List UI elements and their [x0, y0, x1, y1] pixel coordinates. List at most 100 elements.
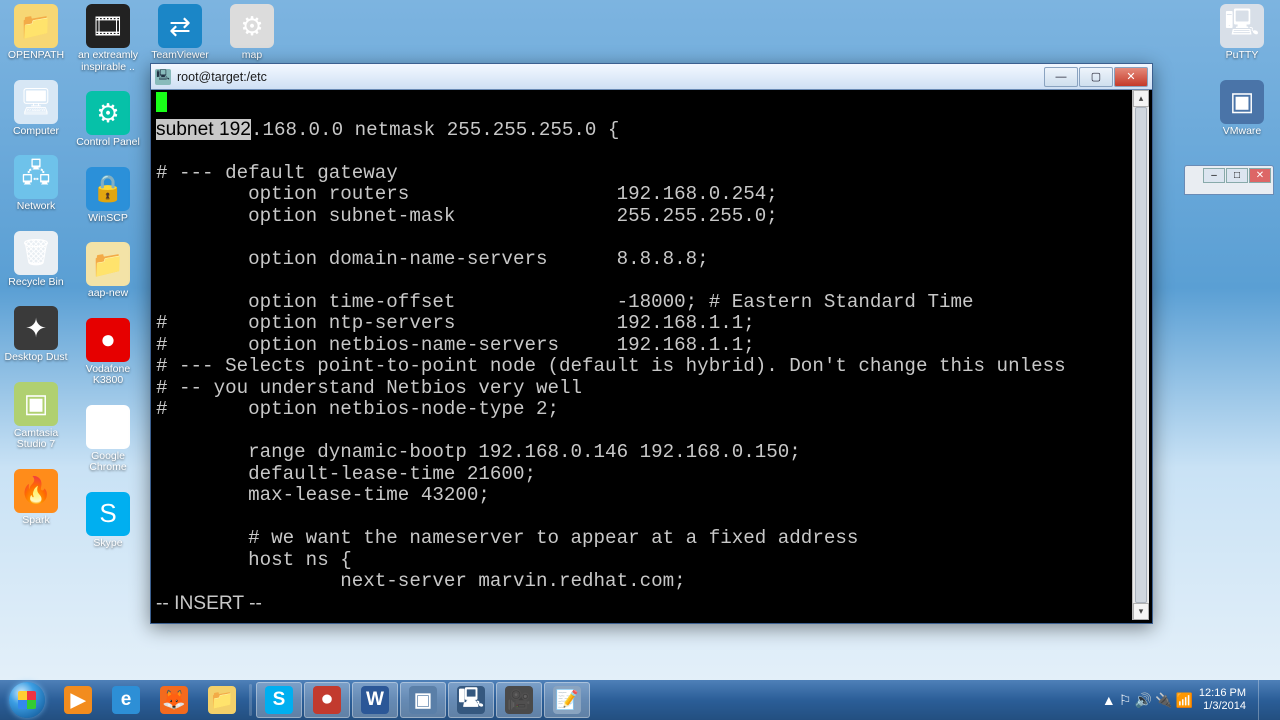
bgwin-maximize-button[interactable]: □ — [1226, 168, 1248, 183]
desktop-icon-controlpanel[interactable]: ⚙Control Panel — [75, 91, 141, 149]
tray-icon[interactable]: ⚐ — [1119, 692, 1132, 708]
desktop-icon-aapnew[interactable]: 📁 aap-new — [75, 242, 141, 300]
scrollbar[interactable]: ▴ ▾ — [1132, 90, 1149, 620]
close-button[interactable]: ✕ — [1114, 67, 1148, 87]
tray-icon[interactable]: 📶 — [1175, 692, 1192, 708]
desktop-icon-label: aap-new — [88, 288, 128, 300]
tray-icons[interactable]: ▲ ⚐ 🔊 🔌 📶 — [1102, 692, 1193, 709]
taskbar-ie-button[interactable]: e — [103, 682, 149, 718]
recycle-icon: 🗑 — [14, 231, 58, 275]
desktop-icons-col-3: ⇄TeamViewer — [146, 4, 214, 62]
ie-icon: e — [112, 686, 140, 714]
putty-window[interactable]: 🖳 root@target:/etc — ▢ ✕ subnet 192.168.… — [150, 63, 1153, 624]
desktop-icon-label: OPENPATH — [8, 50, 64, 62]
desktopdust-icon: ✦ — [14, 306, 58, 350]
system-tray[interactable]: ▲ ⚐ 🔊 🔌 📶 12:16 PM 1/3/2014 — [1102, 680, 1274, 720]
titlebar[interactable]: 🖳 root@target:/etc — ▢ ✕ — [151, 64, 1152, 90]
desktop-icon-computer[interactable]: 🖥Computer — [3, 80, 69, 138]
camtasia-icon: ▣ — [14, 382, 58, 426]
desktop-icon-camtasia[interactable]: ▣Camtasia Studio 7 — [3, 382, 69, 451]
taskbar-skype-button[interactable]: S — [256, 682, 302, 718]
desktop-icon-label: WinSCP — [88, 213, 128, 225]
desktop-icon-label: TeamViewer — [151, 50, 209, 62]
desktop-icon-label: Spark — [22, 515, 49, 527]
scroll-up-button[interactable]: ▴ — [1133, 90, 1149, 107]
desktop-icon-vmware[interactable]: ▣VMware — [1209, 80, 1275, 138]
vmware-task-icon: ▣ — [409, 686, 437, 714]
openpath-icon: 📁 — [14, 4, 58, 48]
scroll-down-button[interactable]: ▾ — [1133, 603, 1149, 620]
desktop-icon-network[interactable]: 🖧Network — [3, 155, 69, 213]
show-desktop-button[interactable] — [1258, 680, 1272, 720]
background-window[interactable]: – □ ✕ — [1184, 165, 1274, 195]
desktop-icon-label: Network — [17, 201, 56, 213]
putty-icon: 🖳 — [155, 69, 171, 85]
taskbar-notes-button[interactable]: 📝 — [544, 682, 590, 718]
desktop-icon-desktopdust[interactable]: ✦Desktop Dust — [3, 306, 69, 364]
taskbar-word-button[interactable]: W — [352, 682, 398, 718]
putty-desktop-icon: 🖳 — [1220, 4, 1264, 48]
desktop-icon-recycle[interactable]: 🗑Recycle Bin — [3, 231, 69, 289]
vim-mode: -- INSERT -- — [156, 593, 262, 614]
mediaplayer-icon: ▶ — [64, 686, 92, 714]
skype-icon: S — [86, 492, 130, 536]
desktop-icon-label: PuTTY — [1226, 50, 1259, 62]
taskbar-firefox-button[interactable]: 🦊 — [151, 682, 197, 718]
desktop-icon-winscp[interactable]: 🔒WinSCP — [75, 167, 141, 225]
desktop-icon-putty-desktop[interactable]: 🖳 PuTTY — [1209, 4, 1275, 62]
vmware-icon: ▣ — [1220, 80, 1264, 124]
taskbar-putty-task-button[interactable]: 🖳 — [448, 682, 494, 718]
taskbar-pins: ▶ e 🦊📁 S ⏺ W ▣ 🖳 🎥 📝 — [54, 682, 591, 718]
word-icon: W — [361, 686, 389, 714]
terminal-cursor — [156, 92, 167, 112]
clock-time: 12:16 PM — [1199, 687, 1246, 700]
desktop-icons-col-right: 🖳 PuTTY ▣VMware — [1208, 4, 1276, 137]
skype-icon: S — [265, 686, 293, 714]
desktop-icon-teamviewer[interactable]: ⇄TeamViewer — [147, 4, 213, 62]
desktop-icons-col-1: 📁 OPENPATH 🖥Computer 🖧Network 🗑Recycle Bin ✦D… — [2, 4, 70, 526]
terminal[interactable]: subnet 192.168.0.0 netmask 255.255.255.0… — [154, 90, 1132, 620]
windows-orb-icon — [9, 682, 45, 718]
desktop-icon-label: Camtasia Studio 7 — [3, 428, 69, 451]
desktop-icon-extreamly[interactable]: 🎞an extreamly inspirable .. — [75, 4, 141, 73]
bgwin-minimize-button[interactable]: – — [1203, 168, 1225, 183]
desktop-icon-label: Vodafone K3800 — [75, 364, 141, 387]
desktop-icons-col-4: ⚙ map — [218, 4, 286, 62]
taskbar-explorer-button[interactable]: 📁 — [199, 682, 245, 718]
computer-icon: 🖥 — [14, 80, 58, 124]
desktop-icon-spark[interactable]: 🔥 Spark — [3, 469, 69, 527]
desktop-icon-label: Skype — [93, 538, 122, 550]
taskbar-camtasia-task-button[interactable]: 🎥 — [496, 682, 542, 718]
tray-icon[interactable]: 🔊 — [1134, 692, 1151, 708]
desktop-icon-map[interactable]: ⚙ map — [219, 4, 285, 62]
taskbar-vmware-task-button[interactable]: ▣ — [400, 682, 446, 718]
extreamly-icon: 🎞 — [86, 4, 130, 48]
taskbar-mediaplayer-button[interactable]: ▶ — [55, 682, 101, 718]
scroll-thumb[interactable] — [1135, 107, 1147, 603]
desktop-icon-label: an extreamly inspirable .. — [75, 50, 141, 73]
taskbar-screenrec-button[interactable]: ⏺ — [304, 682, 350, 718]
aapnew-icon: 📁 — [86, 242, 130, 286]
desktop-icon-vodafone[interactable]: ●Vodafone K3800 — [75, 318, 141, 387]
bgwin-close-button[interactable]: ✕ — [1249, 168, 1271, 183]
controlpanel-icon: ⚙ — [86, 91, 130, 135]
desktop: 📁 OPENPATH 🖥Computer 🖧Network 🗑Recycle Bin ✦D… — [0, 0, 1280, 720]
spark-icon: 🔥 — [14, 469, 58, 513]
desktop-icon-openpath[interactable]: 📁 OPENPATH — [3, 4, 69, 62]
tray-icon[interactable]: ▲ — [1102, 692, 1116, 708]
vodafone-icon: ● — [86, 318, 130, 362]
minimize-button[interactable]: — — [1044, 67, 1078, 87]
clock[interactable]: 12:16 PM 1/3/2014 — [1199, 687, 1246, 712]
camtasia-task-icon: 🎥 — [505, 686, 533, 714]
chrome-icon: ◎ — [86, 405, 130, 449]
map-icon: ⚙ — [230, 4, 274, 48]
maximize-button[interactable]: ▢ — [1079, 67, 1113, 87]
desktop-icon-label: map — [242, 50, 262, 62]
clock-date: 1/3/2014 — [1199, 700, 1246, 713]
tray-icon[interactable]: 🔌 — [1155, 692, 1172, 708]
desktop-icon-skype[interactable]: S Skype — [75, 492, 141, 550]
start-button[interactable] — [0, 680, 54, 720]
desktop-icons-col-2: 🎞an extreamly inspirable .. ⚙Control Pane… — [74, 4, 142, 549]
desktop-icon-chrome[interactable]: ◎Google Chrome — [75, 405, 141, 474]
taskbar: ▶ e 🦊📁 S ⏺ W ▣ 🖳 🎥 📝 ▲ ⚐ 🔊 🔌 📶 12:16 PM 1/3/2014 — [0, 680, 1280, 720]
